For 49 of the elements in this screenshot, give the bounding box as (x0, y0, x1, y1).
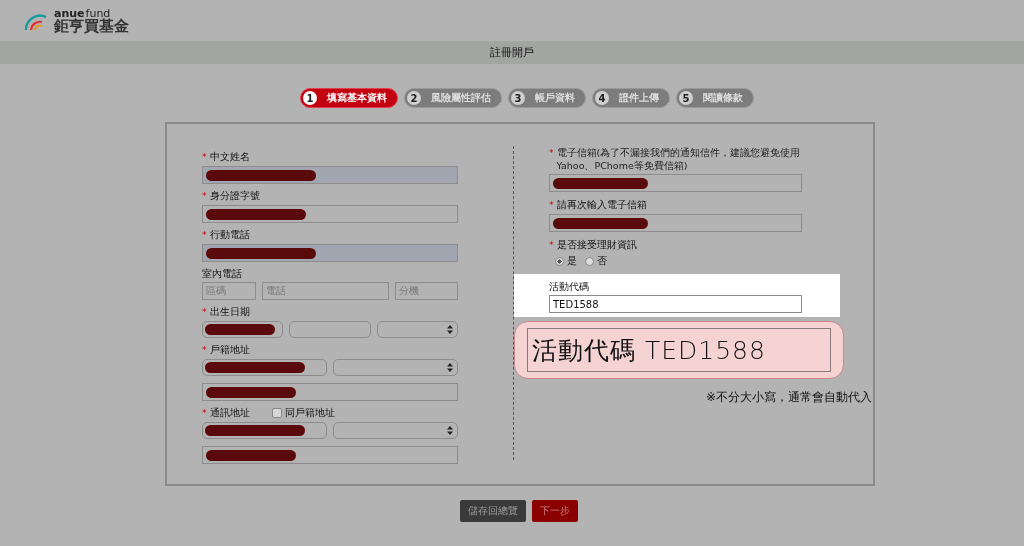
required-asterisk: * (549, 199, 554, 212)
field-label: 活動代碼 (549, 280, 589, 293)
step-tab[interactable]: 5 閱讀條款 (676, 88, 754, 108)
step-tab[interactable]: 4 證件上傳 (592, 88, 670, 108)
address-field[interactable] (202, 446, 458, 464)
required-asterisk: * (202, 306, 207, 319)
select-arrows-icon (447, 325, 453, 334)
step-tab[interactable]: 2 風險屬性評估 (404, 88, 502, 108)
required-asterisk: * (202, 151, 207, 164)
callout-note: ※不分大小寫，通常會自動代入 (705, 389, 872, 406)
required-asterisk: * (549, 147, 554, 160)
address-select[interactable] (202, 359, 327, 376)
step-tab[interactable]: 3 帳戶資料 (508, 88, 586, 108)
select-arrows-icon (447, 363, 453, 372)
required-asterisk: * (202, 407, 207, 420)
field-label: 是否接受理財資訊 (556, 238, 637, 251)
next-button[interactable]: 下一步 (532, 500, 578, 522)
address-field[interactable] (202, 383, 458, 401)
email-field[interactable] (549, 214, 802, 232)
save-button[interactable]: 儲存回總覽 (460, 500, 526, 522)
radio-option[interactable]: 否 (585, 254, 607, 268)
required-asterisk: * (202, 229, 207, 242)
radio-option[interactable]: 是 (555, 254, 577, 268)
page-title: 註冊開戶 (490, 45, 534, 60)
field-label: 請再次輸入電子信箱 (556, 198, 647, 211)
logo-name: 鉅亨買基金 (54, 18, 129, 34)
field-label: 出生日期 (209, 305, 250, 318)
promo-code-field[interactable]: TED1588 (549, 295, 802, 313)
logo-wordmark: anuefund (54, 7, 111, 19)
text-field[interactable] (202, 166, 458, 184)
text-field[interactable] (202, 205, 458, 223)
required-asterisk: * (549, 239, 554, 252)
select-arrows-icon (447, 426, 453, 435)
required-asterisk: * (202, 344, 207, 357)
step-tab[interactable]: 1 填寫基本資料 (300, 88, 398, 108)
field-label: 戶籍地址 (209, 343, 250, 356)
date-select[interactable] (202, 321, 284, 338)
email-field[interactable] (549, 174, 802, 192)
callout-text: 活動代碼 TED1588 (527, 328, 831, 372)
field-label: 電子信箱(為了不漏接我們的通知信件，建議您避免使用Yahoo、PChome等免費信箱) (556, 146, 802, 172)
text-field[interactable] (202, 244, 458, 262)
field-label: 中文姓名 (209, 150, 250, 163)
address-select[interactable] (202, 422, 327, 439)
field-label: 室內電話 (202, 267, 242, 280)
required-asterisk: * (202, 190, 207, 203)
same-address-checkbox[interactable]: 同戶籍地址 (271, 406, 335, 420)
field-label: 身分證字號 (209, 189, 260, 202)
field-label: 通訊地址 (209, 406, 250, 419)
field-label: 行動電話 (209, 228, 250, 241)
